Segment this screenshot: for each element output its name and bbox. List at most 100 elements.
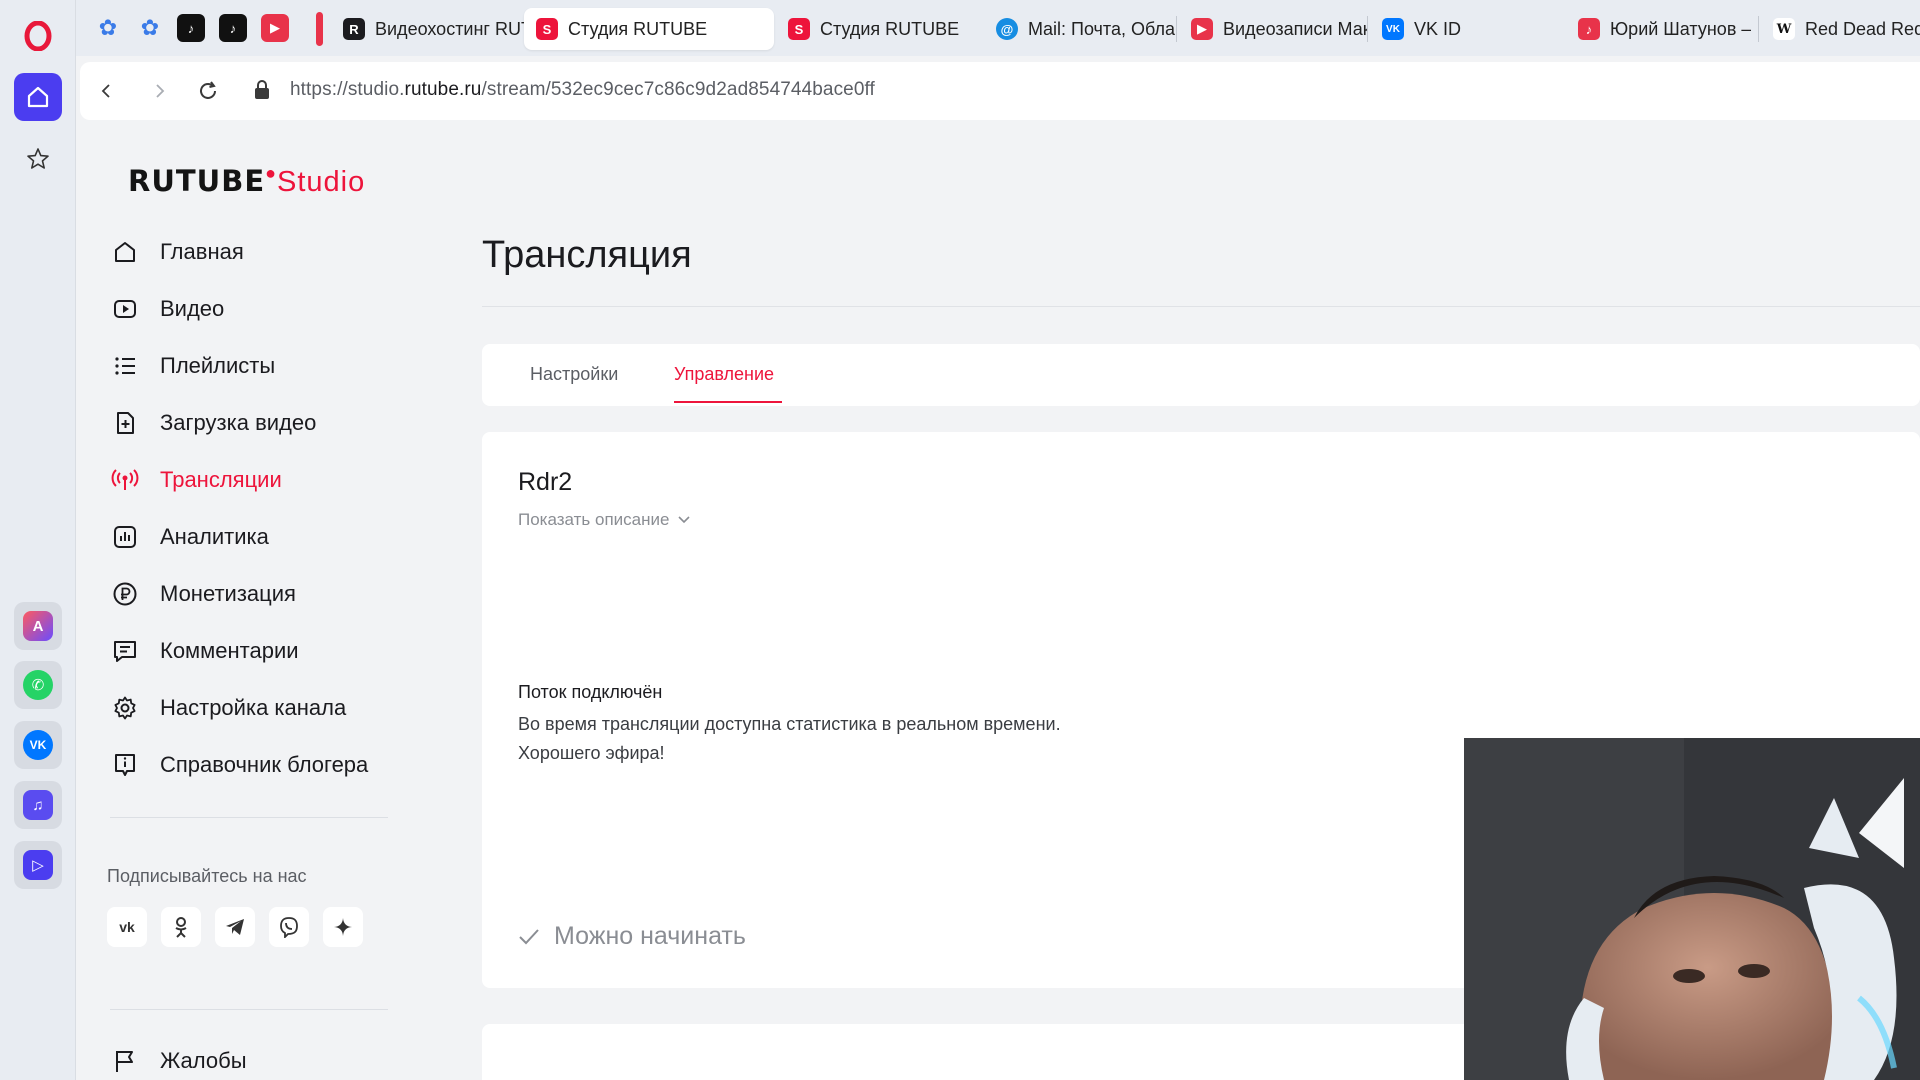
odnoklassniki-icon[interactable] — [161, 907, 201, 947]
page-title: Трансляция — [482, 234, 692, 276]
dzen-icon[interactable] — [323, 907, 363, 947]
follow-us-label: Подписывайтесь на нас — [107, 866, 307, 886]
stream-name: Rdr2 — [518, 468, 573, 496]
sidebar-item-label: Монетизация — [160, 581, 296, 606]
sidebar-item-label: Комментарии — [160, 638, 299, 663]
upload-icon — [110, 408, 140, 438]
sidebar-item-comments[interactable]: Комментарии — [110, 631, 400, 671]
sidebar-item-upload[interactable]: Загрузка видео — [110, 403, 400, 443]
reload-button[interactable] — [193, 76, 223, 106]
tab-strip: ✿ ✿ ♪ ♪ ▶ R Видеохостинг RUT S Студия RU… — [76, 0, 1920, 56]
browser-tab[interactable]: ▶ Видеозаписи Мак — [1179, 8, 1367, 50]
tab-title: Студия RUTUBE — [568, 18, 708, 39]
tab-group-indicator — [316, 12, 323, 46]
ruble-icon — [110, 579, 140, 609]
browser-toolbar: https://studio.rutube.ru/stream/532ec9ce… — [80, 62, 1920, 120]
vk-icon[interactable]: vk — [107, 907, 147, 947]
stream-status-text: Во время трансляции доступна статистика … — [518, 714, 1061, 734]
sidebar-divider — [110, 1009, 388, 1010]
sidebar-item-video[interactable]: Видео — [110, 289, 400, 329]
stream-status-title: Поток подключён — [518, 682, 663, 702]
tiktok-icon[interactable]: ♪ — [177, 14, 205, 42]
sidebar-item-label: Настройка канала — [160, 695, 347, 720]
playlist-icon — [110, 351, 140, 381]
comments-icon — [110, 636, 140, 666]
music-player-icon[interactable]: ♫ — [14, 781, 62, 829]
title-divider — [482, 306, 1920, 307]
rutube-r-icon: R — [343, 18, 365, 40]
rutube-studio-icon: S — [788, 18, 810, 40]
stream-status-text: Хорошего эфира! — [518, 743, 665, 763]
opera-sidebar: A ✆ VK ♫ ▷ — [0, 0, 76, 1080]
tab-title: VK ID — [1414, 18, 1462, 39]
browser-tab[interactable]: VK VK ID — [1370, 8, 1550, 50]
tab-management[interactable]: Управление — [674, 364, 774, 385]
lock-icon[interactable] — [252, 79, 276, 103]
video-icon — [110, 294, 140, 324]
rutube-studio-logo[interactable]: RUTUBE●Studio — [128, 163, 365, 199]
browser-tab[interactable]: W Red Dead Rede — [1761, 8, 1920, 50]
chevron-down-icon — [677, 515, 691, 525]
back-button[interactable] — [92, 76, 122, 106]
tab-title: Студия RUTUBE — [820, 18, 960, 39]
browser-tab[interactable]: ♪ Юрий Шатунов – — [1566, 8, 1758, 50]
tab-title: Mail: Почта, Обла — [1028, 18, 1176, 39]
tab-title: Юрий Шатунов – — [1610, 18, 1752, 39]
bookmarks-star-icon[interactable] — [22, 143, 54, 175]
sidebar-item-label: Аналитика — [160, 524, 269, 549]
vk-messenger-icon[interactable]: VK — [14, 721, 62, 769]
browser-tab-active[interactable]: S Студия RUTUBE — [524, 8, 774, 50]
webcam-person-image — [1464, 738, 1920, 1080]
viber-icon[interactable] — [269, 907, 309, 947]
pinned-app-icon[interactable]: ✿ — [94, 14, 122, 42]
aria-app-icon[interactable]: A — [14, 602, 62, 650]
sidebar-item-label: Видео — [160, 296, 225, 321]
show-description-toggle[interactable]: Показать описание — [518, 510, 691, 530]
tab-title: Red Dead Rede — [1805, 18, 1920, 39]
webcam-overlay — [1464, 738, 1920, 1080]
telegram-icon[interactable] — [215, 907, 255, 947]
browser-tab[interactable]: @ Mail: Почта, Обла — [984, 8, 1176, 50]
gear-icon — [110, 693, 140, 723]
sidebar-item-playlists[interactable]: Плейлисты — [110, 346, 400, 386]
sidebar-item-label: Главная — [160, 239, 244, 264]
youtube-icon[interactable]: ▶ — [261, 14, 289, 42]
tab-title: Видеозаписи Мак — [1223, 18, 1367, 39]
whatsapp-icon[interactable]: ✆ — [14, 661, 62, 709]
sidebar-item-label: Справочник блогера — [160, 752, 369, 777]
sidebar-item-complaints[interactable]: Жалобы — [110, 1041, 400, 1080]
player-icon[interactable]: ▷ — [14, 841, 62, 889]
opera-home-icon[interactable] — [14, 73, 62, 121]
sidebar-item-analytics[interactable]: Аналитика — [110, 517, 400, 557]
sidebar-item-home[interactable]: Главная — [110, 232, 400, 272]
active-tab-indicator — [674, 401, 782, 403]
sidebar-divider — [110, 817, 388, 818]
sidebar-item-blogger-guide[interactable]: Справочник блогера — [110, 745, 400, 785]
analytics-icon — [110, 522, 140, 552]
sidebar-item-monetization[interactable]: Монетизация — [110, 574, 400, 614]
sidebar-item-label: Загрузка видео — [160, 410, 317, 435]
vk-icon: VK — [1382, 18, 1404, 40]
opera-logo-icon[interactable] — [20, 18, 56, 54]
broadcast-icon — [110, 465, 140, 495]
studio-sidebar: RUTUBE●Studio Главная Видео Плейлисты За… — [80, 126, 408, 1080]
music-icon: ♪ — [1578, 18, 1600, 40]
forward-button[interactable] — [144, 76, 174, 106]
mail-at-icon: @ — [996, 18, 1018, 40]
tab-settings[interactable]: Настройки — [530, 364, 618, 385]
address-bar-url[interactable]: https://studio.rutube.ru/stream/532ec9ce… — [290, 79, 875, 101]
flag-icon — [110, 1046, 140, 1076]
checkmark-icon — [518, 928, 540, 946]
sidebar-item-channel-settings[interactable]: Настройка канала — [110, 688, 400, 728]
wikipedia-icon: W — [1773, 18, 1795, 40]
ready-label: Можно начинать — [554, 922, 746, 950]
sidebar-item-broadcasts[interactable]: Трансляции — [110, 460, 400, 500]
stream-tabs: Настройки Управление — [482, 344, 1920, 406]
ready-indicator: Можно начинать — [518, 922, 746, 951]
pinned-app-icon[interactable]: ✿ — [136, 14, 164, 42]
tab-title: Видеохостинг RUT — [375, 18, 532, 39]
show-description-label: Показать описание — [518, 510, 670, 529]
tiktok-icon[interactable]: ♪ — [219, 14, 247, 42]
home-icon — [110, 237, 140, 267]
info-icon — [110, 750, 140, 780]
